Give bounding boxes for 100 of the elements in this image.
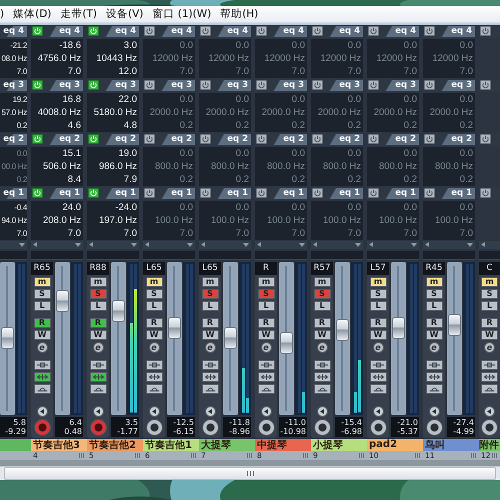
mute-button[interactable]: m [370,276,386,287]
eq-bypass-button[interactable] [90,372,106,382]
eq-value[interactable]: 7.0 [367,228,417,239]
track-name[interactable]: 节奏吉他1 [143,438,199,451]
dropdown-arrow-icon[interactable] [355,242,361,247]
edit-button[interactable]: e [316,342,328,353]
eq-value[interactable]: 7.0 [423,66,473,77]
speaker-icon[interactable] [484,406,495,417]
menu-item[interactable]: 设备(V) [106,6,144,22]
eq-value[interactable]: 800.0 Hz [423,160,473,172]
power-icon[interactable] [480,80,491,90]
eq-value[interactable]: 0.2 [255,174,305,185]
record-button[interactable] [426,418,442,436]
write-button[interactable]: W [202,330,218,340]
eq-value[interactable]: 506.0 Hz [31,160,81,172]
mute-button[interactable]: m [90,276,106,287]
eq-value[interactable]: 00.0 Hz [0,160,27,172]
eq-bypass-button[interactable] [426,372,442,382]
track-name[interactable]: 附件 [479,438,500,451]
dropdown-arrow-icon[interactable] [411,242,417,247]
eq-value[interactable]: 7.0 [255,66,305,77]
left-arrow-icon[interactable] [145,242,149,248]
send-bypass-button[interactable] [34,384,50,394]
scrollbar-thumb[interactable] [4,466,496,480]
speaker-icon[interactable] [36,406,48,417]
eq-value[interactable]: -21.2 [0,40,27,51]
solo-button[interactable]: S [146,288,162,299]
read-button[interactable]: R [370,318,386,328]
eq-value[interactable]: 7.0 [0,66,27,77]
eq-value[interactable]: 0.0 [311,148,361,159]
eq-value[interactable]: 0.0 [255,40,305,51]
write-button[interactable]: W [146,330,162,340]
write-button[interactable]: W [258,330,274,340]
power-icon[interactable] [144,134,155,144]
eq-value[interactable]: 2000.0 Hz [143,106,193,118]
pan-value[interactable]: L65 [143,262,165,275]
power-icon[interactable] [480,134,491,144]
eq-value[interactable]: 100.0 Hz [199,214,249,226]
eq-value[interactable]: 0.2 [423,120,473,131]
pan-value[interactable]: L65 [199,262,221,275]
eq-value[interactable]: 0.2 [311,120,361,131]
send-bypass-button[interactable] [146,384,162,394]
power-icon[interactable] [424,134,435,144]
eq-value[interactable]: 800.0 Hz [143,160,193,172]
eq-value[interactable]: 800.0 Hz [367,160,417,172]
insert-bypass-button[interactable] [370,360,386,370]
eq-value[interactable]: 10443 Hz [87,52,137,64]
mute-button[interactable]: m [314,276,330,287]
eq-value[interactable]: 12000 Hz [311,52,361,64]
dropdown-arrow-icon[interactable] [467,242,473,247]
listen-button[interactable]: L [146,300,162,311]
eq-value[interactable]: 0.0 [255,202,305,213]
eq-value[interactable]: 08.0 Hz [0,52,27,64]
eq-value[interactable]: 986.0 Hz [87,160,137,172]
solo-button[interactable]: S [481,288,498,299]
listen-button[interactable]: L [202,300,218,311]
listen-button[interactable]: L [258,300,274,311]
write-button[interactable]: W [426,330,442,340]
eq-value[interactable]: 7.0 [31,228,81,239]
menu-item[interactable]: 走带(T) [60,6,97,22]
edit-button[interactable]: e [204,342,216,353]
send-bypass-button[interactable] [314,384,330,394]
eq-value[interactable]: 800.0 Hz [255,160,305,172]
solo-button[interactable]: S [202,288,218,299]
power-icon[interactable] [368,134,379,144]
speaker-icon[interactable] [92,406,104,417]
eq-value[interactable]: 0.2 [0,120,27,131]
eq-value[interactable]: 2000.0 Hz [199,106,249,118]
eq-value[interactable]: 800.0 Hz [199,160,249,172]
eq-value[interactable]: -24.0 [87,202,137,213]
edit-button[interactable]: e [148,342,160,353]
eq-value[interactable]: 0.0 [0,148,27,159]
solo-button[interactable]: S [90,288,106,299]
solo-button[interactable]: S [370,288,386,299]
grip-icon[interactable] [359,452,365,458]
track-name[interactable]: 小提琴 [311,438,367,451]
pan-value[interactable]: R45 [423,262,445,275]
eq-value[interactable]: 4008.0 Hz [31,106,81,118]
read-button[interactable]: R [202,318,218,328]
eq-value[interactable]: 12000 Hz [255,52,305,64]
left-arrow-icon[interactable] [33,242,37,248]
mute-button[interactable]: m [34,276,50,287]
eq-value[interactable]: 7.0 [423,228,473,239]
fader-handle[interactable] [392,316,405,339]
fader-handle[interactable] [56,290,69,312]
eq-value[interactable]: 208.0 Hz [31,214,81,226]
eq-value[interactable]: 0.2 [311,174,361,185]
eq-value[interactable]: 2000.0 Hz [311,106,361,118]
eq-value[interactable]: -18.6 [31,40,81,51]
power-icon[interactable] [424,26,435,36]
eq-value[interactable]: 4.8 [87,120,137,131]
speaker-icon[interactable] [428,406,440,417]
eq-value[interactable]: 0.0 [143,148,193,159]
speaker-icon[interactable] [148,406,160,417]
power-icon[interactable] [200,26,211,36]
eq-value[interactable]: 16.8 [31,94,81,105]
listen-button[interactable]: L [34,300,50,311]
edit-button[interactable]: e [484,342,495,353]
eq-bypass-button[interactable] [370,372,386,382]
grip-icon[interactable] [303,452,309,458]
